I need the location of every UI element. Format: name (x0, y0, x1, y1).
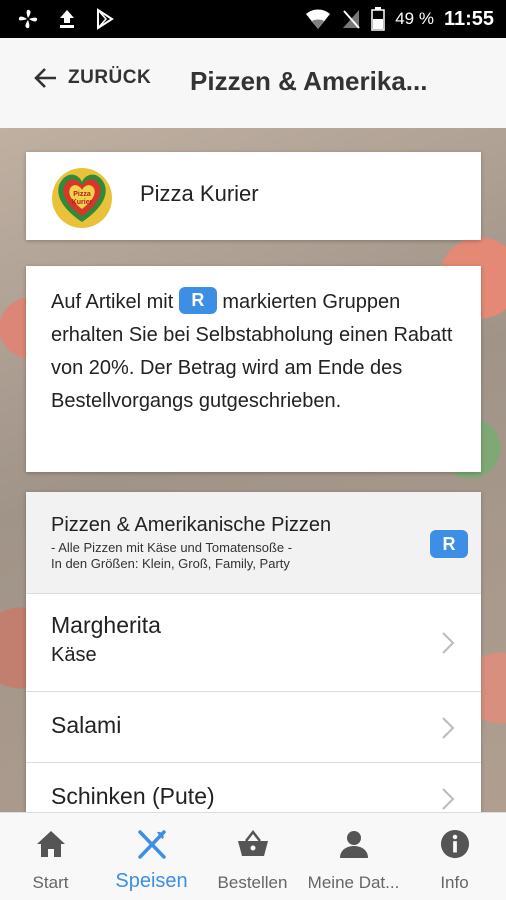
tab-label: Info (440, 873, 469, 892)
app-bar: ZURÜCK Pizzen & Amerika... (0, 38, 506, 128)
svg-text:Kurier: Kurier (72, 199, 93, 206)
item-name: Salami (51, 712, 122, 738)
shop-logo: Pizza Kurier (52, 168, 112, 228)
group-subtitle: - Alle Pizzen mit Käse und Tomatensoße -… (51, 540, 292, 572)
chevron-right-icon (442, 788, 455, 810)
bottom-navigation: Start Speisen Bestellen Meine Dat... Inf… (0, 812, 506, 900)
battery-percent: 49 % (395, 9, 434, 28)
tab-label: Bestellen (217, 873, 288, 892)
page-title: Pizzen & Amerika... (190, 66, 428, 96)
tab-meine-daten[interactable]: Meine Dat... (303, 813, 404, 900)
item-name: Margherita (51, 612, 161, 638)
tab-label: Start (32, 873, 69, 892)
home-icon (36, 831, 65, 857)
battery-icon (371, 7, 385, 31)
basket-icon (237, 829, 268, 856)
play-store-icon (97, 8, 114, 30)
clock: 11:55 (443, 7, 494, 30)
shop-card: Pizza Kurier Pizza Kurier (26, 152, 481, 240)
signal-off-icon (343, 10, 360, 29)
chevron-right-icon (442, 632, 455, 654)
tab-info[interactable]: Info (404, 813, 505, 900)
person-icon (339, 831, 368, 858)
discount-info-text: Auf Artikel mit R markierten Gruppen erh… (51, 286, 461, 418)
tab-bestellen[interactable]: Bestellen (202, 813, 303, 900)
status-bar: 49 % 11:55 (0, 0, 506, 38)
menu-item-margherita[interactable]: Margherita Käse (26, 594, 481, 692)
fork-knife-icon (137, 830, 166, 859)
item-name: Schinken (Pute) (51, 783, 215, 809)
svg-text:Pizza: Pizza (73, 191, 91, 198)
group-title: Pizzen & Amerikanische Pizzen (51, 514, 332, 536)
back-button[interactable]: ZURÜCK (32, 64, 151, 92)
tab-start[interactable]: Start (0, 813, 101, 900)
back-label: ZURÜCK (68, 67, 152, 88)
fan-icon (18, 9, 38, 29)
tab-speisen[interactable]: Speisen (101, 813, 202, 900)
upload-icon (60, 10, 74, 28)
info-text-before: Auf Artikel mit (51, 291, 174, 313)
menu-group-card: Pizzen & Amerikanische Pizzen - Alle Piz… (26, 492, 481, 822)
discount-badge: R (178, 287, 217, 314)
tab-label: Meine Dat... (307, 873, 400, 892)
chevron-right-icon (442, 717, 455, 739)
shop-name: Pizza Kurier (140, 181, 259, 206)
info-icon (440, 829, 469, 859)
arrow-left-icon (34, 68, 56, 88)
group-header: Pizzen & Amerikanische Pizzen - Alle Piz… (26, 492, 481, 594)
group-subtitle-line: In den Größen: Klein, Groß, Family, Part… (51, 556, 290, 571)
group-subtitle-line: - Alle Pizzen mit Käse und Tomatensoße - (51, 540, 293, 555)
tab-label: Speisen (115, 870, 188, 892)
item-description: Käse (51, 644, 97, 666)
discount-info-card: Auf Artikel mit R markierten Gruppen erh… (26, 266, 481, 472)
menu-item-salami[interactable]: Salami (26, 692, 481, 763)
group-discount-badge: R (430, 530, 468, 558)
wifi-icon (306, 9, 331, 29)
